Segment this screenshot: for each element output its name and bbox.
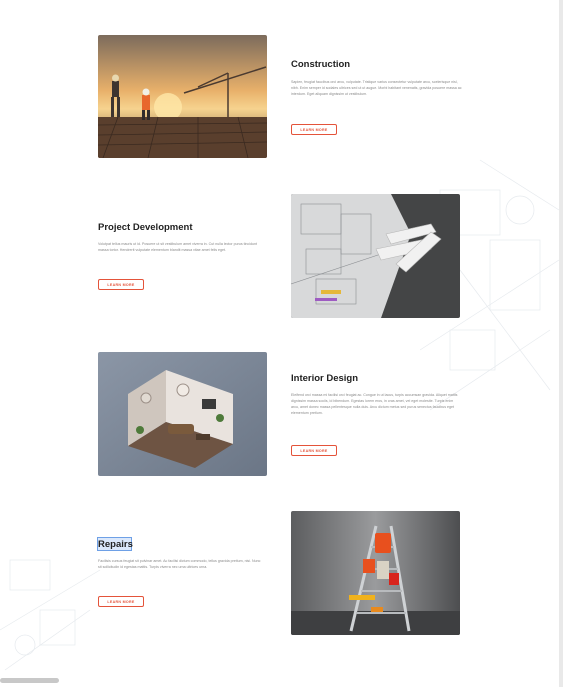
learn-more-button[interactable]: LEARN MORE: [98, 596, 144, 607]
blueprints-photo: [291, 194, 460, 318]
page: Construction Sapien, feugiat faucibus or…: [0, 0, 559, 687]
project-development-image: [291, 194, 460, 318]
learn-more-button[interactable]: LEARN MORE: [98, 279, 144, 290]
interior-design-image: [98, 352, 267, 476]
construction-site-photo: [98, 35, 267, 158]
service-title: Construction: [291, 59, 351, 70]
horizontal-scrollbar-thumb[interactable]: [0, 678, 59, 683]
learn-more-button[interactable]: LEARN MORE: [291, 445, 337, 456]
isometric-room-photo: [98, 352, 267, 476]
learn-more-button[interactable]: LEARN MORE: [291, 124, 337, 135]
service-description: Sapien, feugiat faucibus orci arcu, vulp…: [291, 80, 462, 96]
service-description: Facilisis cursus feugiat sit pulvinar am…: [98, 559, 261, 569]
service-description: Volutpat tellus mauris ut id. Posuere ut…: [98, 242, 257, 252]
repairs-image: [291, 511, 460, 635]
ladder-tools-photo: [291, 511, 460, 635]
construction-image: [98, 35, 267, 158]
service-title: Interior Design: [291, 373, 359, 384]
vertical-scrollbar-track[interactable]: [559, 0, 563, 687]
blueprint-decoration-left: [0, 559, 101, 671]
service-title: Project Development: [98, 222, 193, 233]
service-title: Repairs: [98, 539, 133, 550]
service-description: Eleifend orci massa mi facilisi orci feu…: [291, 393, 458, 415]
